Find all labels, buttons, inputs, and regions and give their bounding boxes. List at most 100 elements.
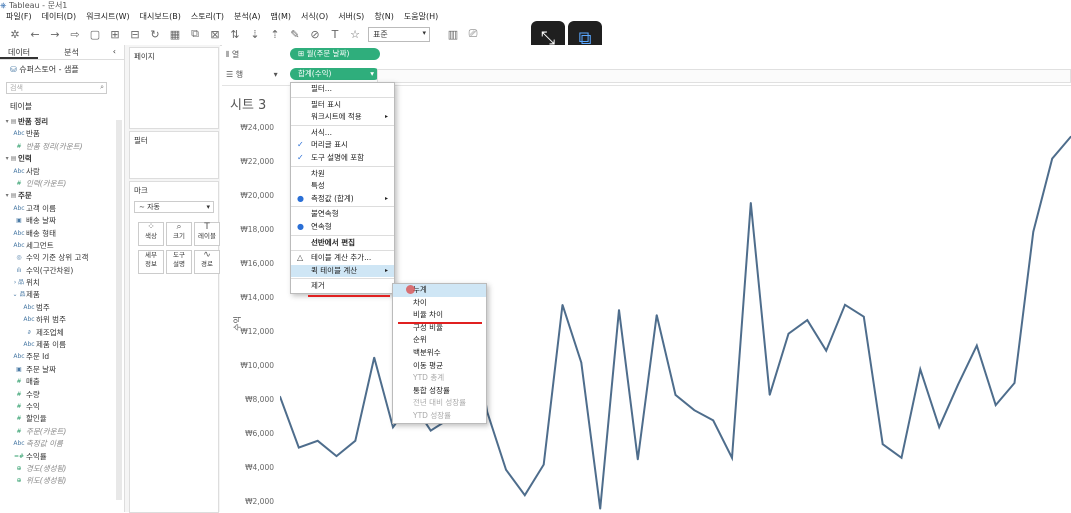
field-item[interactable]: Abc 주문 Id: [4, 351, 124, 363]
menu-item[interactable]: 워크시트에 적용 ▸: [291, 111, 394, 124]
menu-item[interactable]: 통합 성장률: [393, 385, 486, 398]
data-point[interactable]: [731, 457, 733, 459]
field-item[interactable]: # 할인율: [4, 413, 124, 425]
data-point[interactable]: [1051, 157, 1053, 160]
data-point[interactable]: [938, 426, 940, 429]
data-point[interactable]: [335, 455, 338, 457]
data-point[interactable]: [881, 443, 884, 446]
detail-button[interactable]: 세부 정보: [138, 250, 164, 274]
field-item[interactable]: Abc 제품 이름: [4, 339, 124, 351]
mark-type-select[interactable]: ∼ 자동: [134, 201, 214, 213]
menu-item[interactable]: 서버(S): [338, 11, 364, 22]
fit-select[interactable]: 표준: [368, 26, 430, 42]
field-item[interactable]: # 인력(카운트): [4, 178, 124, 190]
data-point[interactable]: [373, 356, 375, 359]
refresh-icon[interactable]: ↻: [148, 28, 162, 41]
menu-item[interactable]: △ 테이블 계산 추가...: [291, 252, 394, 265]
menu-item[interactable]: 서식(O): [301, 11, 328, 22]
field-item[interactable]: # 반품 정리(카운트): [4, 141, 124, 153]
menu-item[interactable]: ● 연속형: [291, 221, 394, 234]
field-item[interactable]: ▣ 주문 날짜: [4, 364, 124, 376]
menu-item[interactable]: 백분위수: [393, 347, 486, 360]
menu-item[interactable]: ✓ 머리글 표시: [291, 139, 394, 152]
field-item[interactable]: =# 수익률: [4, 451, 124, 463]
field-item[interactable]: ılı 수익(구간차원): [4, 265, 124, 277]
new-datasource-icon[interactable]: ⊞: [108, 28, 122, 41]
columns-pill[interactable]: ⊞ 월(주문 날짜): [290, 48, 380, 60]
data-point[interactable]: [863, 315, 865, 318]
data-point[interactable]: [298, 446, 300, 449]
menu-item[interactable]: 창(N): [374, 11, 394, 22]
field-item[interactable]: ⌄ 品 제품: [4, 289, 124, 301]
data-point[interactable]: [674, 394, 677, 396]
menu-item[interactable]: ● 측정값 (합계) ▸: [291, 193, 394, 206]
table-folder[interactable]: ▾ ▤ 반품 정리: [4, 116, 124, 128]
filters-card[interactable]: 필터: [129, 131, 219, 179]
field-item[interactable]: # 주문(카운트): [4, 426, 124, 438]
data-point[interactable]: [429, 429, 432, 432]
color-button[interactable]: ⁘ 색상: [138, 222, 164, 246]
data-pane-scrollbar[interactable]: [116, 120, 122, 500]
field-item[interactable]: # 수익: [4, 401, 124, 413]
field-item[interactable]: ⊕ 위도(생성됨): [4, 475, 124, 487]
menu-item[interactable]: 차원: [291, 168, 394, 181]
data-point[interactable]: [768, 394, 771, 396]
pages-card[interactable]: 페이지: [129, 47, 219, 129]
data-point[interactable]: [599, 508, 601, 510]
menu-item[interactable]: 순위: [393, 334, 486, 347]
menu-item[interactable]: 필터 표시: [291, 99, 394, 112]
rows-shelf-dropzone[interactable]: [377, 69, 1071, 83]
size-button[interactable]: ⌕ 크기: [166, 222, 192, 246]
group-icon[interactable]: ⊘: [308, 28, 322, 41]
field-item[interactable]: Abc 세그먼트: [4, 240, 124, 252]
new-sheet-icon[interactable]: ▦: [168, 28, 182, 41]
data-point[interactable]: [919, 368, 922, 371]
data-point[interactable]: [1032, 230, 1035, 233]
menu-item[interactable]: 스토리(T): [191, 11, 224, 22]
data-point[interactable]: [637, 458, 639, 461]
pause-updates-icon[interactable]: ⊟: [128, 28, 142, 41]
menu-item[interactable]: 워크시트(W): [86, 11, 130, 22]
menu-item[interactable]: 도움말(H): [404, 11, 438, 22]
data-point[interactable]: [976, 344, 978, 347]
tab-data[interactable]: 데이터: [0, 45, 39, 59]
label-button[interactable]: T 레이블: [194, 222, 220, 246]
field-item[interactable]: › 品 위치: [4, 277, 124, 289]
field-item[interactable]: Abc 반품: [4, 128, 124, 140]
highlight-icon[interactable]: ✎: [288, 28, 302, 41]
menu-item[interactable]: 대시보드(B): [140, 11, 181, 22]
clear-sheet-icon[interactable]: ⊠: [208, 28, 222, 41]
field-item[interactable]: ◎ 수익 기준 상위 고객: [4, 252, 124, 264]
field-item[interactable]: Abc 배송 형태: [4, 228, 124, 240]
back-icon[interactable]: ←: [28, 28, 42, 41]
menu-item[interactable]: 필터...: [291, 83, 394, 96]
tableau-icon[interactable]: ✲: [8, 28, 22, 41]
show-me-icon[interactable]: ▥: [446, 28, 460, 41]
labels-icon[interactable]: T: [328, 28, 342, 41]
field-item[interactable]: ▣ 배송 날짜: [4, 215, 124, 227]
field-item[interactable]: ∂ 제조업체: [4, 327, 124, 339]
menu-item[interactable]: 차이: [393, 297, 486, 310]
data-point[interactable]: [505, 468, 507, 471]
menu-item[interactable]: 파일(F): [6, 11, 32, 22]
field-item[interactable]: # 매출: [4, 376, 124, 388]
forward-icon[interactable]: →: [48, 28, 62, 41]
save-icon[interactable]: ▢: [88, 28, 102, 41]
menu-item[interactable]: 퀵 테이블 계산 ▸: [291, 264, 394, 278]
rows-pill[interactable]: 합계(수익) ▾: [290, 68, 380, 80]
table-folder[interactable]: ▾ ▤ 인력: [4, 153, 124, 165]
field-item[interactable]: Abc 고객 이름: [4, 203, 124, 215]
menu-item[interactable]: 이동 평균: [393, 360, 486, 373]
search-input[interactable]: 검색 ⌕: [6, 82, 107, 94]
menu-item[interactable]: 제거: [291, 280, 394, 293]
field-item[interactable]: # 수량: [4, 389, 124, 401]
data-point[interactable]: [1013, 382, 1016, 384]
menu-item[interactable]: ✓ 도구 설명에 포함: [291, 152, 394, 165]
datasource-name[interactable]: ⛁ 슈퍼스토어 - 샘플: [0, 60, 124, 79]
data-point[interactable]: [316, 440, 319, 442]
collapse-icon[interactable]: ‹: [105, 45, 124, 59]
duplicate-sheet-icon[interactable]: ⧉: [188, 27, 202, 41]
field-item[interactable]: Abc 측정값 이름: [4, 438, 124, 450]
pin-icon[interactable]: ☆: [348, 28, 362, 41]
data-point[interactable]: [542, 463, 545, 466]
